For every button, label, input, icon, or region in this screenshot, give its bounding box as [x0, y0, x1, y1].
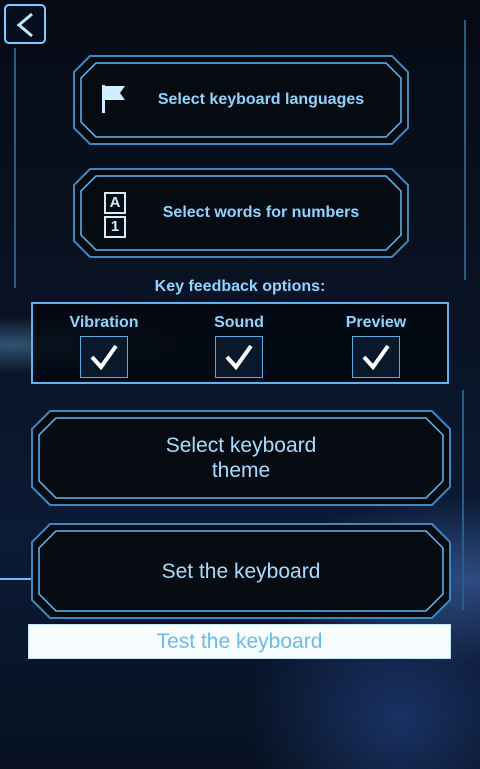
preview-label: Preview — [345, 314, 407, 331]
set-keyboard-button[interactable]: Set the keyboard — [30, 522, 452, 620]
preview-option: Preview — [316, 314, 436, 378]
feedback-title: Key feedback options: — [154, 278, 326, 295]
checkmark-icon — [362, 344, 390, 371]
sound-option: Sound — [179, 314, 299, 378]
select-words-label: Select words for numbers — [162, 204, 360, 221]
select-languages-label: Select keyboard languages — [157, 91, 365, 108]
frame-line-right — [464, 20, 466, 280]
preview-checkbox[interactable] — [352, 336, 400, 378]
feedback-panel: Vibration Sound Preview — [31, 302, 449, 384]
back-button[interactable] — [4, 4, 46, 44]
frame-line-right-lower — [462, 390, 464, 610]
sound-checkbox[interactable] — [215, 336, 263, 378]
chevron-left-icon — [16, 12, 33, 38]
sound-label: Sound — [214, 314, 264, 331]
vibration-label: Vibration — [69, 314, 139, 331]
select-theme-line2: theme — [211, 459, 271, 482]
select-theme-line1: Select keyboard — [165, 434, 317, 457]
test-keyboard-button[interactable]: Test the keyboard — [28, 624, 451, 659]
select-theme-button[interactable]: Select keyboard theme — [30, 409, 452, 507]
checkmark-icon — [90, 344, 118, 371]
select-theme-label: Select keyboard theme — [30, 409, 452, 507]
vibration-checkbox[interactable] — [80, 336, 128, 378]
select-languages-button[interactable]: Select keyboard languages — [72, 54, 410, 146]
select-words-button[interactable]: A 1 Select words for numbers — [72, 167, 410, 259]
checkmark-icon — [225, 344, 253, 371]
set-keyboard-label: Set the keyboard — [161, 559, 321, 583]
frame-line-left — [14, 48, 16, 288]
vibration-option: Vibration — [44, 314, 164, 378]
